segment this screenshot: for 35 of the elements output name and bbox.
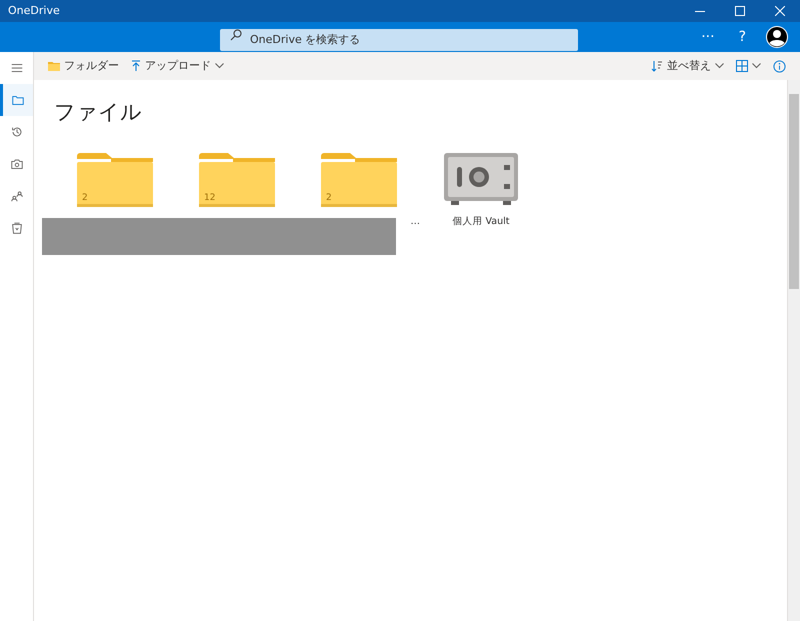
caret-icon: [215, 63, 224, 69]
menu-icon: [10, 61, 24, 75]
camera-icon: [10, 157, 24, 171]
grid-view-icon: [736, 60, 748, 72]
folder-icon: [11, 93, 25, 107]
item-count: 12: [204, 193, 216, 204]
item-name[interactable]: …: [410, 215, 420, 236]
upload-button[interactable]: アップロード: [125, 52, 230, 80]
close-icon: [775, 6, 785, 16]
info-icon: [773, 60, 786, 72]
item-name[interactable]: 個人用 Vault: [452, 215, 510, 236]
search-icon: [230, 29, 242, 41]
caret-icon: [715, 63, 724, 69]
page-title: ファイル: [54, 100, 143, 126]
item-count: 2: [82, 193, 88, 204]
upload-icon: [131, 60, 141, 72]
window-title: OneDrive: [7, 2, 60, 19]
item-count: 2: [326, 193, 332, 204]
search-field[interactable]: OneDrive を検索する: [220, 28, 578, 50]
people-icon: [10, 189, 24, 203]
caret-icon: [752, 63, 761, 69]
minimize-icon: [695, 10, 705, 12]
sort-icon: [651, 60, 663, 72]
sidebar-item[interactable]: [0, 84, 33, 116]
help-button[interactable]: ?: [726, 22, 758, 52]
sort-button[interactable]: 並べ替え: [645, 52, 730, 80]
avatar-icon: [766, 26, 788, 48]
safe-icon[interactable]: [443, 153, 519, 208]
folder-button[interactable]: フォルダー: [42, 52, 125, 80]
more-button[interactable]: ···: [689, 22, 727, 52]
scrollbar[interactable]: [787, 80, 800, 621]
history-icon: [10, 125, 24, 139]
folder-icon: [48, 61, 60, 71]
recycle-bin-icon: [10, 221, 24, 235]
maximize-icon: [735, 6, 745, 16]
